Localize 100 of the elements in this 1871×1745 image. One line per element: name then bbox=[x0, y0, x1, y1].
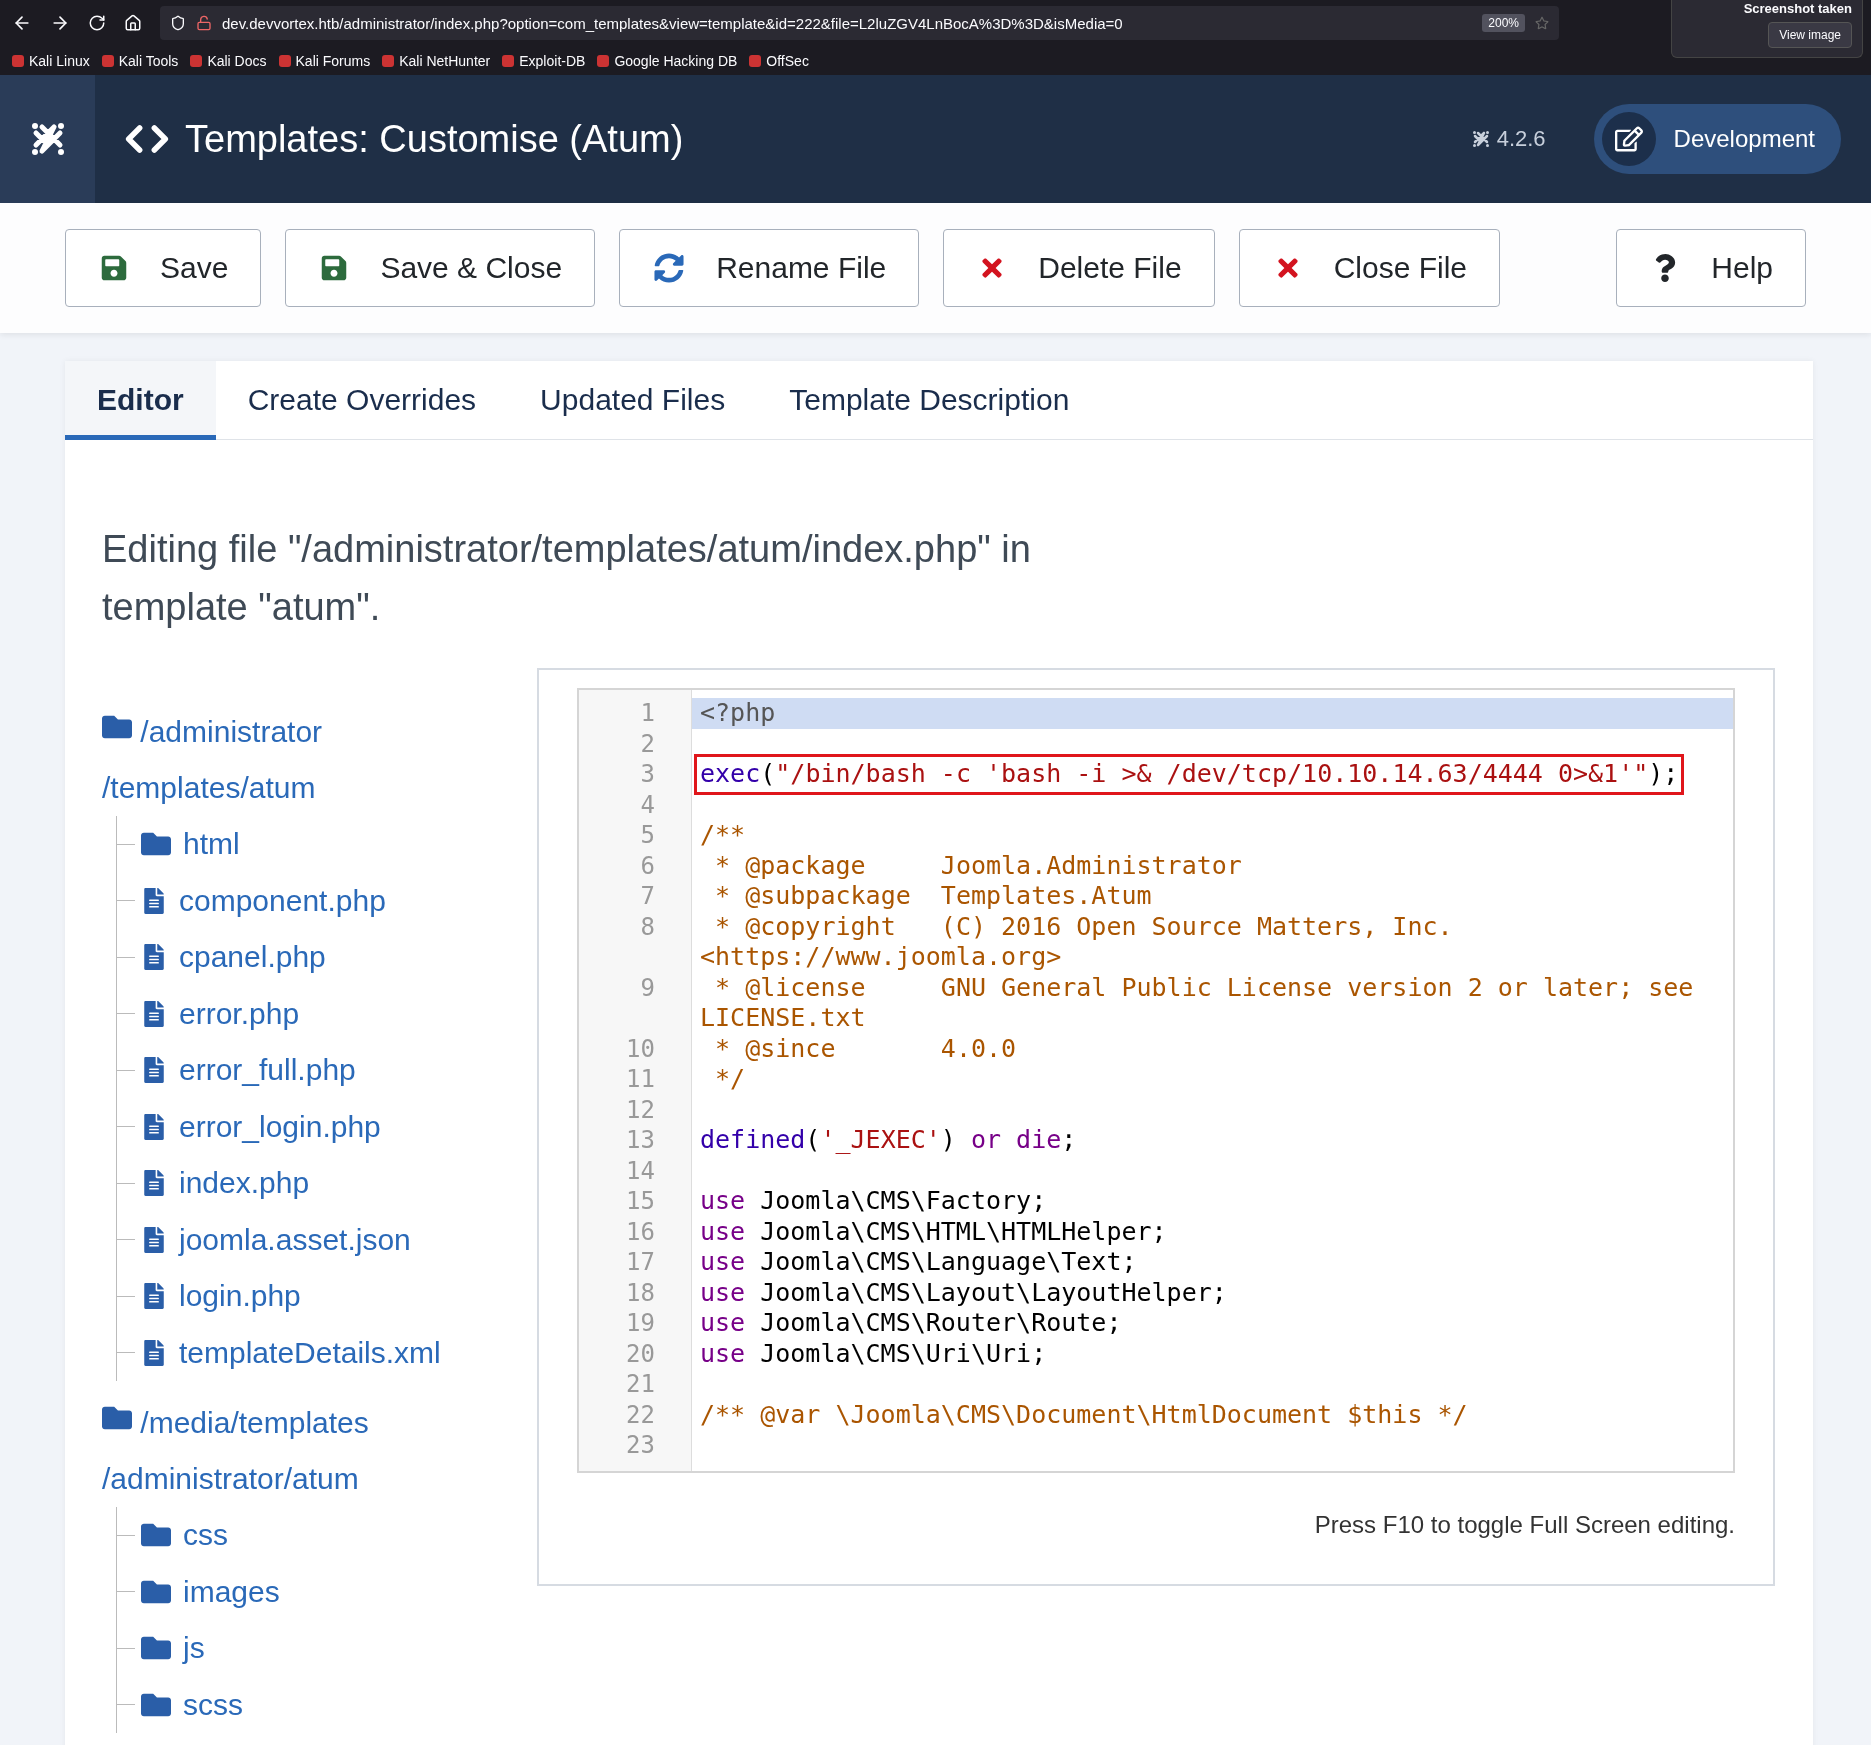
code-keyword: use bbox=[700, 1277, 746, 1307]
file-link[interactable]: cpanel.php bbox=[179, 940, 326, 975]
bookmark-icon bbox=[502, 54, 515, 67]
line-number: 16 bbox=[625, 1216, 656, 1247]
bookmark-icon bbox=[597, 54, 610, 67]
refresh-icon bbox=[654, 253, 685, 283]
code-keyword: use bbox=[700, 1216, 746, 1246]
url-text: dev.devvortex.htb/administrator/index.php?option=com_templates&view=template&id=222&file=L2luZGV4LnBocA%3D%3D&isMedia=0 bbox=[222, 14, 1124, 32]
code-keyword: use bbox=[700, 1308, 746, 1337]
home-icon[interactable] bbox=[124, 14, 142, 32]
bookmark-star-icon[interactable] bbox=[1535, 16, 1549, 30]
toolbar-button[interactable]: Delete File bbox=[943, 229, 1215, 307]
joomla-icon bbox=[1470, 129, 1491, 149]
bookmark-link[interactable]: Kali Docs bbox=[190, 52, 267, 69]
file-link[interactable]: error_login.php bbox=[179, 1109, 381, 1144]
shield-icon bbox=[170, 15, 186, 31]
file-link[interactable]: error_full.php bbox=[179, 1053, 356, 1088]
file-link[interactable]: error.php bbox=[179, 996, 300, 1031]
toolbar-button[interactable]: Close File bbox=[1238, 229, 1500, 307]
tab[interactable]: Template Description bbox=[757, 361, 1102, 440]
file-link[interactable]: login.php bbox=[179, 1279, 301, 1314]
code-text: Joomla\CMS\Router\Route; bbox=[759, 1308, 1122, 1337]
code-comment: * @package Joomla.Administrator bbox=[714, 850, 1242, 880]
code-text: ) bbox=[940, 1125, 957, 1154]
lock-icon bbox=[196, 15, 212, 31]
code-keyword: use bbox=[700, 1186, 746, 1215]
toolbar-button[interactable]: Save bbox=[65, 229, 262, 307]
toolbar-button[interactable]: Rename File bbox=[619, 229, 920, 307]
file-link[interactable]: templateDetails.xml bbox=[179, 1335, 441, 1370]
line-number: 19 bbox=[625, 1308, 656, 1339]
code-keyword: exec bbox=[700, 759, 761, 788]
file-icon bbox=[141, 1057, 167, 1084]
file-icon bbox=[141, 1113, 167, 1140]
code-text: ( bbox=[760, 759, 776, 788]
code-text: Joomla\CMS\Uri\Uri; bbox=[759, 1338, 1047, 1368]
folder-link[interactable]: js bbox=[183, 1631, 205, 1666]
line-number: 6 bbox=[639, 850, 656, 881]
folder-link[interactable]: html bbox=[183, 827, 240, 862]
line-number: 7 bbox=[639, 881, 656, 912]
bookmark-link[interactable]: Exploit-DB bbox=[502, 52, 586, 69]
code-text: ); bbox=[1648, 759, 1679, 788]
toolbar-button[interactable]: Help bbox=[1616, 229, 1806, 307]
code-text: ( bbox=[805, 1125, 821, 1154]
code-string: '_JEXEC' bbox=[820, 1125, 941, 1154]
code-keyword: or die bbox=[970, 1125, 1062, 1154]
file-link[interactable]: joomla.asset.json bbox=[179, 1222, 411, 1257]
code-keyword: defined bbox=[700, 1125, 806, 1154]
page-title: Templates: Customise (Atum) bbox=[185, 117, 684, 161]
line-number: 21 bbox=[625, 1369, 656, 1400]
file-icon bbox=[141, 944, 167, 971]
logo-block[interactable] bbox=[0, 75, 95, 203]
line-number: 2 bbox=[639, 728, 656, 759]
bookmark-icon bbox=[278, 54, 291, 67]
file-icon bbox=[141, 1339, 167, 1366]
tab[interactable]: Updated Files bbox=[508, 361, 758, 440]
code-comment: */ bbox=[714, 1064, 746, 1093]
file-link[interactable]: component.php bbox=[179, 883, 386, 918]
line-number: 11 bbox=[625, 1064, 656, 1095]
code-text: Joomla\CMS\Factory; bbox=[759, 1186, 1047, 1215]
bookmark-icon bbox=[101, 54, 114, 67]
file-icon bbox=[141, 887, 167, 914]
file-icon bbox=[141, 1226, 167, 1253]
folder-link[interactable]: images bbox=[183, 1574, 280, 1609]
file-icon bbox=[141, 1000, 167, 1027]
code-comment: * @license GNU General Public License version 2 or later; see LICENSE.txt bbox=[700, 972, 1695, 1032]
code-comment: * @copyright (C) 2016 Open Source Matters, Inc. <https://www.joomla.org> bbox=[700, 911, 1454, 971]
zoom-badge[interactable]: 200% bbox=[1482, 14, 1525, 32]
view-image-button[interactable]: View image bbox=[1768, 22, 1852, 48]
bookmark-link[interactable]: OffSec bbox=[749, 52, 809, 69]
tab[interactable]: Editor bbox=[65, 361, 216, 440]
folder-link[interactable]: scss bbox=[183, 1687, 243, 1722]
bookmark-link[interactable]: Kali NetHunter bbox=[382, 52, 491, 69]
line-number: 4 bbox=[639, 789, 656, 820]
line-number: 23 bbox=[625, 1430, 656, 1461]
code-text: Joomla\CMS\Language\Text; bbox=[759, 1247, 1137, 1276]
line-number: 9 bbox=[639, 972, 656, 1003]
line-number: 18 bbox=[625, 1277, 656, 1308]
code-comment: * @subpackage Templates.Atum bbox=[714, 881, 1152, 910]
folder-link[interactable]: css bbox=[183, 1518, 228, 1553]
user-menu-button[interactable]: Development bbox=[1593, 104, 1841, 174]
code-comment: /** @var \Joomla\CMS\Document\HtmlDocument $this */ bbox=[700, 1399, 1468, 1429]
reload-icon[interactable] bbox=[88, 14, 106, 32]
bookmark-link[interactable]: Kali Tools bbox=[101, 52, 179, 69]
bookmark-link[interactable]: Google Hacking DB bbox=[597, 52, 738, 69]
toolbar-button[interactable]: Save & Close bbox=[285, 229, 596, 307]
editor-hint: Press F10 to toggle Full Screen editing. bbox=[1313, 1511, 1735, 1539]
code-editor[interactable] bbox=[577, 688, 1735, 1473]
bookmark-link[interactable]: Kali Linux bbox=[12, 52, 90, 69]
file-icon bbox=[141, 1283, 167, 1310]
bookmark-link[interactable]: Kali Forums bbox=[278, 52, 371, 69]
line-number: 17 bbox=[625, 1247, 656, 1278]
address-bar[interactable]: dev.devvortex.htb/administrator/index.php?option=com_templates&view=template&id=222&file=L2luZGV4LnBocA%3D%3D&isMedia=0 200% bbox=[160, 6, 1559, 40]
code-text: Joomla\CMS\HTML\HTMLHelper; bbox=[759, 1216, 1167, 1246]
code-keyword: use bbox=[700, 1247, 746, 1276]
line-number: 12 bbox=[625, 1094, 656, 1125]
tab[interactable]: Create Overrides bbox=[215, 361, 509, 440]
line-number: 1 bbox=[639, 698, 656, 729]
line-number: 20 bbox=[625, 1338, 656, 1369]
file-icon bbox=[141, 1170, 167, 1197]
file-link[interactable]: index.php bbox=[179, 1166, 310, 1201]
